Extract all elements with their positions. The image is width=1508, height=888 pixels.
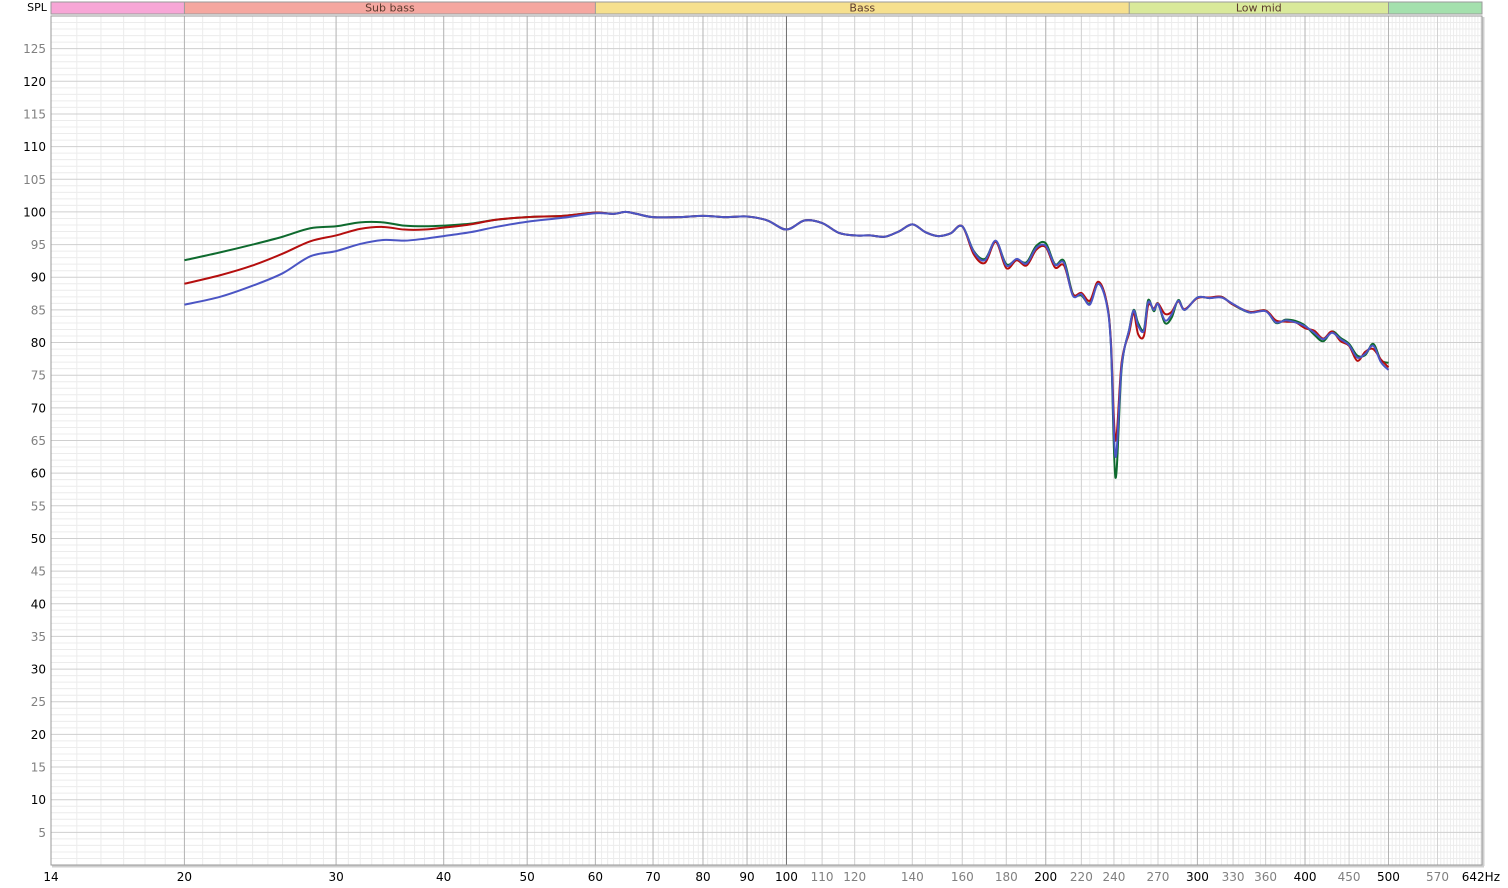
- y-tick-label: 110: [23, 140, 46, 154]
- x-tick-label: 110: [811, 870, 834, 884]
- x-tick-label: 30: [328, 870, 343, 884]
- x-tick-label: 240: [1102, 870, 1125, 884]
- x-tick-label: 100: [775, 870, 798, 884]
- x-tick-label: 642Hz: [1462, 870, 1500, 884]
- x-tick-label: 60: [588, 870, 603, 884]
- y-tick-label: 80: [31, 336, 46, 350]
- y-axis-label: SPL: [27, 1, 48, 14]
- y-tick-label: 25: [31, 695, 46, 709]
- y-tick-label: 55: [31, 499, 46, 513]
- band-label: Bass: [849, 2, 875, 15]
- frequency-response-chart: Sub bass Bass Low mid 14 20 30 40 50 60 70 80 90 10…: [23, 1, 1500, 884]
- x-tick-label: 330: [1222, 870, 1245, 884]
- x-tick-label: 20: [177, 870, 192, 884]
- x-tick-label: 570: [1426, 870, 1449, 884]
- band-label: Sub bass: [365, 2, 415, 15]
- x-tick-label: 220: [1070, 870, 1093, 884]
- y-tick-label: 105: [23, 173, 46, 187]
- y-tick-label: 15: [31, 761, 46, 775]
- y-tick-label: 35: [31, 630, 46, 644]
- x-tick-label: 90: [739, 870, 754, 884]
- band-4: [1388, 2, 1482, 14]
- y-tick-label: 70: [31, 401, 46, 415]
- y-tick-label: 5: [38, 826, 46, 840]
- y-tick-label: 85: [31, 303, 46, 317]
- x-tick-label: 40: [436, 870, 451, 884]
- x-tick-label: 14: [43, 870, 58, 884]
- x-tick-label: 160: [951, 870, 974, 884]
- x-tick-label: 500: [1377, 870, 1400, 884]
- y-tick-label: 75: [31, 369, 46, 383]
- y-tick-label: 125: [23, 42, 46, 56]
- x-tick-label: 300: [1186, 870, 1209, 884]
- x-tick-label: 140: [901, 870, 924, 884]
- y-tick-label: 40: [31, 597, 46, 611]
- y-tick-label: 90: [31, 271, 46, 285]
- x-tick-label: 200: [1034, 870, 1057, 884]
- y-tick-label: 10: [31, 793, 46, 807]
- x-tick-label: 120: [843, 870, 866, 884]
- x-tick-label: 80: [695, 870, 710, 884]
- x-axis-ticks: 14 20 30 40 50 60 70 80 90 100 110 120 140 160 180 200 2…: [43, 870, 1500, 884]
- frequency-band-bar: Sub bass Bass Low mid: [50, 1, 1483, 15]
- y-tick-label: 120: [23, 75, 46, 89]
- x-tick-label: 400: [1294, 870, 1317, 884]
- y-tick-label: 30: [31, 663, 46, 677]
- y-tick-label: 50: [31, 532, 46, 546]
- x-tick-label: 50: [520, 870, 535, 884]
- x-tick-label: 180: [995, 870, 1018, 884]
- band-label: Low mid: [1236, 2, 1282, 15]
- x-tick-label: 360: [1254, 870, 1277, 884]
- y-tick-label: 100: [23, 205, 46, 219]
- y-tick-label: 115: [23, 107, 46, 121]
- x-tick-label: 450: [1338, 870, 1361, 884]
- y-tick-label: 65: [31, 434, 46, 448]
- y-tick-label: 95: [31, 238, 46, 252]
- y-axis-ticks: 1251201151101051009590858075706560555045…: [23, 42, 46, 840]
- band-0: [51, 2, 185, 14]
- y-tick-label: 20: [31, 728, 46, 742]
- y-tick-label: 60: [31, 467, 46, 481]
- x-tick-label: 70: [645, 870, 660, 884]
- y-tick-label: 45: [31, 565, 46, 579]
- x-tick-label: 270: [1147, 870, 1170, 884]
